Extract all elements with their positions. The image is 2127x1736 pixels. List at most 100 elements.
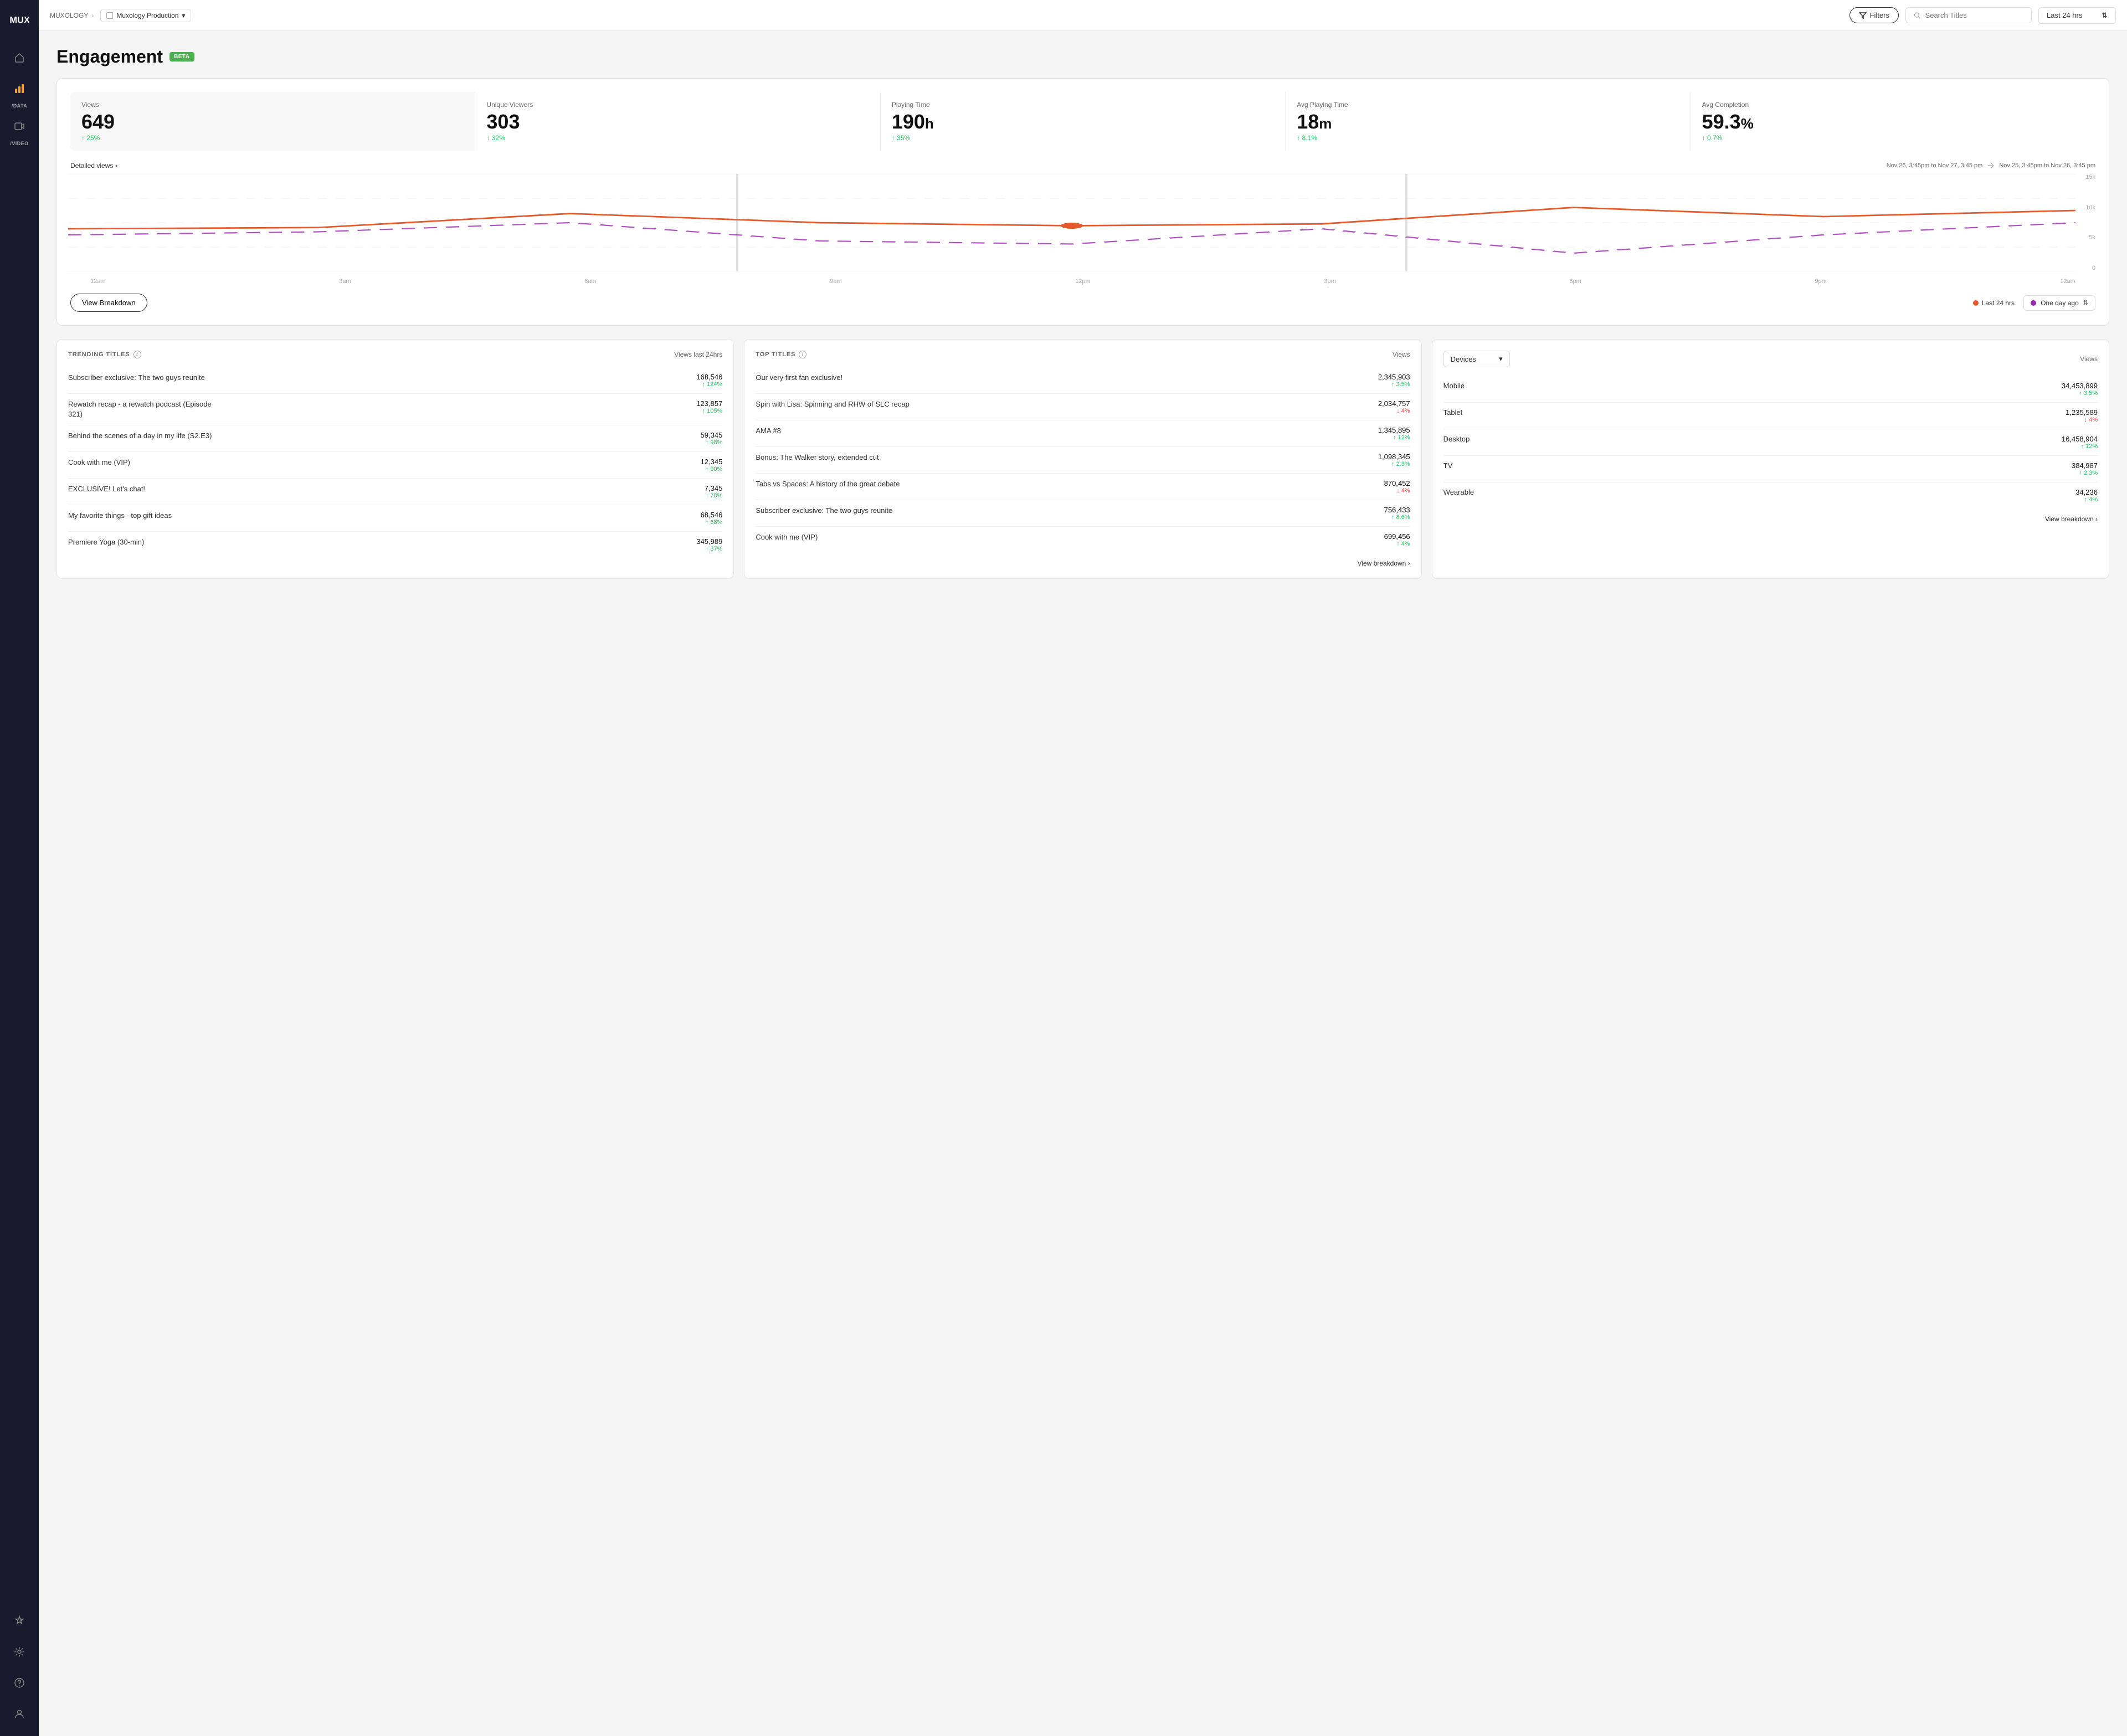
view-breakdown-button[interactable]: View Breakdown <box>70 294 147 312</box>
chevron-updown-icon: ⇅ <box>2083 299 2088 306</box>
stats-card: Views 649 ↑ 25% Unique Viewers 303 ↑ 32%… <box>56 78 2109 326</box>
time-range-label: Last 24 hrs <box>2047 11 2082 19</box>
stat-value: 18m <box>1297 112 1679 132</box>
search-icon <box>1914 12 1921 19</box>
list-item: Subscriber exclusive: The two guys reuni… <box>756 500 1410 527</box>
legend-dot-previous <box>2031 300 2036 306</box>
list-item: Bonus: The Walker story, extended cut 1,… <box>756 447 1410 474</box>
list-item: Spin with Lisa: Spinning and RHW of SLC … <box>756 394 1410 420</box>
list-item: TV 384,987 ↑ 2.3% <box>1443 456 2098 482</box>
stat-item-avg-playing-time: Avg Playing Time 18m ↑ 8.1% <box>1286 92 1691 151</box>
list-item: Premiere Yoga (30-min) 345,989 ↑ 37% <box>68 532 722 558</box>
top-title-text: Spin with Lisa: Spinning and RHW of SLC … <box>756 399 909 409</box>
device-name-text: Tablet <box>1443 408 1463 417</box>
trending-title-text: Cook with me (VIP) <box>68 458 130 468</box>
chart-x-labels: 12am 3am 6am 9am 12pm 3pm 6pm 9pm 12am <box>90 278 2075 285</box>
top-title-text: Our very first fan exclusive! <box>756 373 842 383</box>
stat-value: 649 <box>81 112 464 132</box>
devices-view-breakdown[interactable]: View breakdown › <box>1443 515 2098 523</box>
page-title-row: Engagement BETA <box>56 47 2109 67</box>
trending-items-list: Subscriber exclusive: The two guys reuni… <box>68 367 722 558</box>
logo[interactable]: MUX <box>8 9 30 31</box>
device-name-text: Wearable <box>1443 488 1474 496</box>
legend-dot-current <box>1973 300 1979 306</box>
stat-change: ↑ 32% <box>486 134 869 142</box>
devices-header: Devices ▾ Views <box>1443 351 2098 367</box>
devices-selector[interactable]: Devices ▾ <box>1443 351 1510 367</box>
list-item: Our very first fan exclusive! 2,345,903 … <box>756 367 1410 394</box>
sidebar: MUX /DATA /VIDEO <box>0 0 39 1736</box>
breadcrumb: MUXOLOGY › <box>50 12 94 19</box>
sidebar-label-video: /VIDEO <box>10 141 28 146</box>
stat-label: Unique Viewers <box>486 101 869 109</box>
beta-badge: BETA <box>169 52 194 61</box>
sidebar-label-data: /DATA <box>12 103 27 109</box>
list-item: Mobile 34,453,899 ↑ 3.5% <box>1443 376 2098 403</box>
top-title-text: Tabs vs Spaces: A history of the great d… <box>756 479 900 489</box>
stat-label: Playing Time <box>892 101 1274 109</box>
chart-y-labels: 15k 10k 5k 0 <box>2085 174 2098 271</box>
sidebar-item-user[interactable] <box>6 1701 33 1727</box>
list-item: My favorite things - top gift ideas 68,5… <box>68 505 722 532</box>
top-title-text: Bonus: The Walker story, extended cut <box>756 453 878 463</box>
list-item: Cook with me (VIP) 12,345 ↑ 90% <box>68 452 722 479</box>
compare-icon <box>1987 162 1995 170</box>
list-item: Rewatch recap - a rewatch podcast (Episo… <box>68 394 722 425</box>
stats-row: Views 649 ↑ 25% Unique Viewers 303 ↑ 32%… <box>70 92 2095 151</box>
list-item: Cook with me (VIP) 699,456 ↑ 4% <box>756 527 1410 553</box>
trending-title: TRENDING TITLES i <box>68 351 141 358</box>
panels-row: TRENDING TITLES i Views last 24hrs Subsc… <box>56 339 2109 579</box>
chevron-down-icon: ▾ <box>182 12 185 19</box>
top-titles-view-breakdown[interactable]: View breakdown › <box>756 559 1410 567</box>
sidebar-item-data[interactable] <box>6 75 33 102</box>
search-input[interactable] <box>1925 11 2023 19</box>
detailed-views-link[interactable]: Detailed views › <box>70 162 117 170</box>
stat-value: 303 <box>486 112 869 132</box>
top-titles-header: TOP TITLES i Views <box>756 351 1410 358</box>
top-title-text: Cook with me (VIP) <box>756 532 818 542</box>
stat-change: ↑ 25% <box>81 134 464 142</box>
breadcrumb-separator: › <box>91 12 94 19</box>
list-item: Behind the scenes of a day in my life (S… <box>68 425 722 452</box>
trending-panel: TRENDING TITLES i Views last 24hrs Subsc… <box>56 339 734 579</box>
search-box[interactable] <box>1905 7 2032 23</box>
trending-header: TRENDING TITLES i Views last 24hrs <box>68 351 722 358</box>
content: Engagement BETA Views 649 ↑ 25% Unique V… <box>39 31 2127 1736</box>
sidebar-group-video: /VIDEO <box>6 113 33 146</box>
sidebar-group-data: /DATA <box>6 75 33 109</box>
sidebar-nav: /DATA /VIDEO <box>6 44 33 1607</box>
chart-container: 15k 10k 5k 0 <box>68 174 2098 285</box>
list-item: Desktop 16,458,904 ↑ 12% <box>1443 429 2098 456</box>
time-selector[interactable]: Last 24 hrs ⇅ <box>2038 7 2116 24</box>
period-selector[interactable]: One day ago ⇅ <box>2023 295 2095 311</box>
filter-button[interactable]: Filters <box>1849 7 1899 23</box>
env-selector[interactable]: Muxology Production ▾ <box>100 9 191 22</box>
legend-current: Last 24 hrs <box>1973 299 2015 307</box>
list-item: Tabs vs Spaces: A history of the great d… <box>756 474 1410 500</box>
trending-title-text: EXCLUSIVE! Let's chat! <box>68 484 145 494</box>
sidebar-item-alerts[interactable] <box>6 1607 33 1634</box>
top-titles-info-icon[interactable]: i <box>799 351 806 358</box>
list-item: Wearable 34,236 ↑ 4% <box>1443 482 2098 509</box>
top-title-text: Subscriber exclusive: The two guys reuni… <box>756 506 892 516</box>
sidebar-item-help[interactable] <box>6 1670 33 1696</box>
top-titles-title: TOP TITLES i <box>756 351 806 358</box>
stat-item-playing-time: Playing Time 190h ↑ 35% <box>881 92 1286 151</box>
topbar: MUXOLOGY › Muxology Production ▾ Filters… <box>39 0 2127 31</box>
breadcrumb-root: MUXOLOGY <box>50 12 88 19</box>
sidebar-item-settings[interactable] <box>6 1639 33 1665</box>
page-title: Engagement <box>56 47 163 67</box>
stat-value: 190h <box>892 112 1274 132</box>
sidebar-item-home[interactable] <box>6 44 33 71</box>
trending-title-text: Rewatch recap - a rewatch podcast (Episo… <box>68 399 212 419</box>
trending-col-label: Views last 24hrs <box>674 351 722 358</box>
list-item: EXCLUSIVE! Let's chat! 7,345 ↑ 78% <box>68 479 722 505</box>
list-item: Subscriber exclusive: The two guys reuni… <box>68 367 722 394</box>
filter-icon <box>1859 12 1867 19</box>
trending-info-icon[interactable]: i <box>133 351 141 358</box>
sidebar-bottom <box>6 1607 33 1727</box>
stat-label: Views <box>81 101 464 109</box>
sidebar-item-video[interactable] <box>6 113 33 140</box>
stat-change: ↑ 0.7% <box>1702 134 2084 142</box>
svg-text:MUX: MUX <box>9 15 29 25</box>
